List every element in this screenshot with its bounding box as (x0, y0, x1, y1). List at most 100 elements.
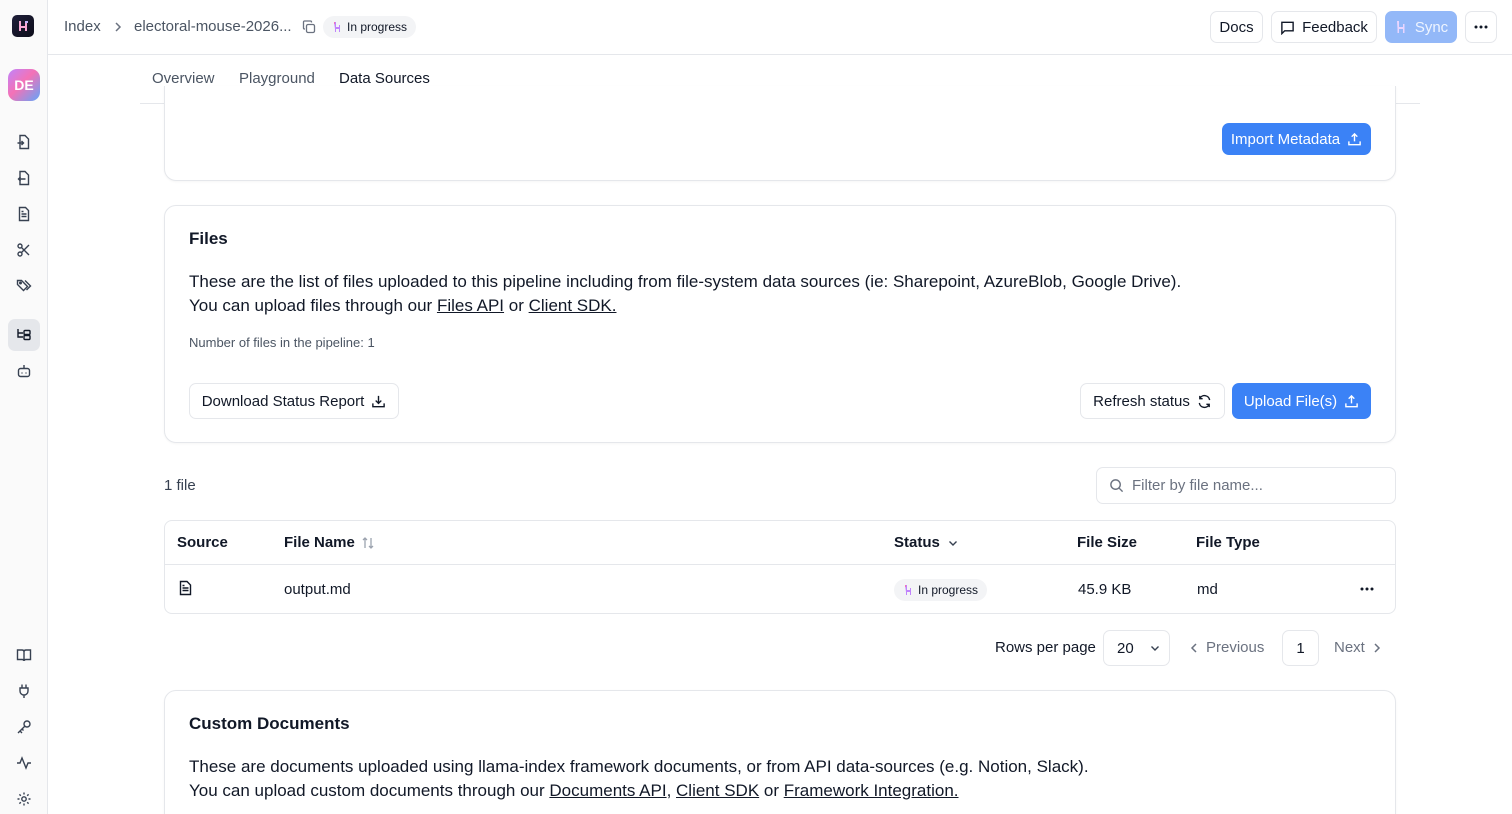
refresh-status-button[interactable]: Refresh status (1080, 383, 1225, 419)
custom-documents-description-line1: These are documents uploaded using llama… (189, 757, 1089, 776)
page-number: 1 (1296, 639, 1305, 657)
files-table: Source File Name Status File Size File T… (164, 520, 1396, 614)
chevron-right-icon (1371, 641, 1383, 655)
llama-status-icon (902, 584, 914, 596)
download-icon (371, 394, 386, 409)
file-size-cell: 45.9 KB (1078, 581, 1132, 598)
bot-icon[interactable] (8, 355, 40, 387)
top-bar: Index electoral-mouse-2026... In progres… (48, 0, 1512, 55)
feedback-label: Feedback (1302, 18, 1368, 36)
breadcrumb-index[interactable]: Index (64, 18, 101, 35)
column-file-size: File Size (1077, 534, 1137, 551)
more-horizontal-icon (1474, 25, 1488, 29)
rows-per-page-value: 20 (1117, 639, 1134, 657)
or-text: or (504, 296, 529, 315)
activity-icon[interactable] (8, 747, 40, 779)
file-count-text: Number of files in the pipeline: 1 (189, 335, 375, 350)
column-file-name-label: File Name (284, 534, 355, 551)
custom-docs-prefix: You can upload custom documents through … (189, 781, 550, 800)
more-options-button[interactable] (1465, 11, 1497, 43)
file-import-icon[interactable] (8, 126, 40, 158)
rows-per-page-select[interactable]: 20 (1103, 630, 1170, 666)
tab-data-sources[interactable]: Data Sources (339, 70, 430, 87)
framework-integration-link[interactable]: Framework Integration. (784, 781, 959, 800)
files-title: Files (189, 229, 228, 248)
column-source: Source (177, 534, 228, 551)
document-icon[interactable] (8, 198, 40, 230)
row-status-badge: In progress (894, 579, 988, 601)
chevron-down-icon (1148, 641, 1162, 655)
column-file-type: File Type (1196, 534, 1260, 551)
column-file-name[interactable]: File Name (284, 534, 375, 551)
client-sdk-link[interactable]: Client SDK. (529, 296, 617, 315)
custom-documents-description-line2: You can upload custom documents through … (189, 779, 959, 803)
file-export-icon[interactable] (8, 162, 40, 194)
status-badge: In progress (323, 16, 417, 38)
custom-documents-card: Custom Documents These are documents upl… (164, 690, 1396, 814)
settings-icon[interactable] (8, 783, 40, 814)
file-name-cell[interactable]: output.md (284, 581, 351, 598)
files-description-prefix: You can upload files through our (189, 296, 437, 315)
sync-button[interactable]: Sync (1385, 11, 1457, 43)
pipeline-icon[interactable] (8, 319, 40, 351)
key-icon[interactable] (8, 711, 40, 743)
column-source-label: Source (177, 534, 228, 551)
tab-overview[interactable]: Overview (152, 70, 215, 87)
upload-files-label: Upload File(s) (1243, 392, 1338, 410)
files-description-line2: You can upload files through our Files A… (189, 294, 616, 318)
upload-icon (1347, 132, 1362, 147)
or-text: or (759, 781, 784, 800)
column-file-size-label: File Size (1077, 534, 1138, 551)
document-icon (178, 580, 193, 596)
row-actions-icon[interactable] (1360, 587, 1374, 591)
next-label: Next (1334, 639, 1365, 656)
upload-files-button[interactable]: Upload File(s) (1232, 383, 1371, 419)
chevron-down-icon (946, 536, 960, 550)
llama-sync-icon (1394, 20, 1408, 34)
page-1-button[interactable]: 1 (1282, 630, 1319, 666)
files-description-line1: These are the list of files uploaded to … (189, 272, 1182, 291)
metadata-card: Import Metadata (164, 86, 1396, 181)
custom-documents-title: Custom Documents (189, 714, 350, 733)
sync-label: Sync (1414, 18, 1449, 36)
breadcrumb-pipeline[interactable]: electoral-mouse-2026... (134, 18, 292, 35)
refresh-icon (1197, 394, 1212, 409)
llama-status-icon (331, 21, 343, 33)
custom-client-sdk-link[interactable]: Client SDK (676, 781, 759, 800)
status-badge-label: In progress (347, 20, 408, 34)
sort-icon[interactable] (361, 536, 375, 550)
llama-logo-icon[interactable] (12, 15, 34, 37)
previous-label: Previous (1206, 639, 1265, 656)
book-icon[interactable] (8, 639, 40, 671)
next-page-button[interactable]: Next (1334, 639, 1383, 656)
copy-icon[interactable] (302, 20, 316, 34)
column-status-label: Status (894, 534, 940, 551)
chevron-right-icon (112, 20, 124, 34)
scissors-icon[interactable] (8, 234, 40, 266)
chevron-left-icon (1188, 641, 1200, 655)
files-api-link[interactable]: Files API (437, 296, 504, 315)
file-count-label: 1 file (164, 477, 196, 494)
docs-button[interactable]: Docs (1210, 11, 1263, 43)
docs-label: Docs (1219, 18, 1254, 36)
comma-text: , (666, 781, 677, 800)
file-type-cell: md (1197, 581, 1218, 598)
download-status-report-button[interactable]: Download Status Report (189, 383, 399, 419)
tags-icon[interactable] (8, 270, 40, 302)
table-header: Source File Name Status File Size File T… (165, 521, 1395, 565)
upload-icon (1344, 394, 1359, 409)
tab-playground[interactable]: Playground (239, 70, 315, 87)
search-icon (1109, 478, 1124, 493)
feedback-button[interactable]: Feedback (1271, 11, 1377, 43)
import-metadata-label: Import Metadata (1230, 130, 1341, 148)
column-status[interactable]: Status (894, 534, 960, 551)
avatar[interactable]: DE (8, 69, 40, 101)
documents-api-link[interactable]: Documents API (549, 781, 666, 800)
filter-input[interactable] (1132, 477, 1372, 494)
row-status-label: In progress (918, 583, 979, 597)
import-metadata-button[interactable]: Import Metadata (1222, 123, 1371, 155)
plug-icon[interactable] (8, 675, 40, 707)
refresh-label: Refresh status (1093, 392, 1190, 410)
previous-page-button[interactable]: Previous (1188, 639, 1264, 656)
filter-search-box[interactable] (1096, 467, 1396, 504)
